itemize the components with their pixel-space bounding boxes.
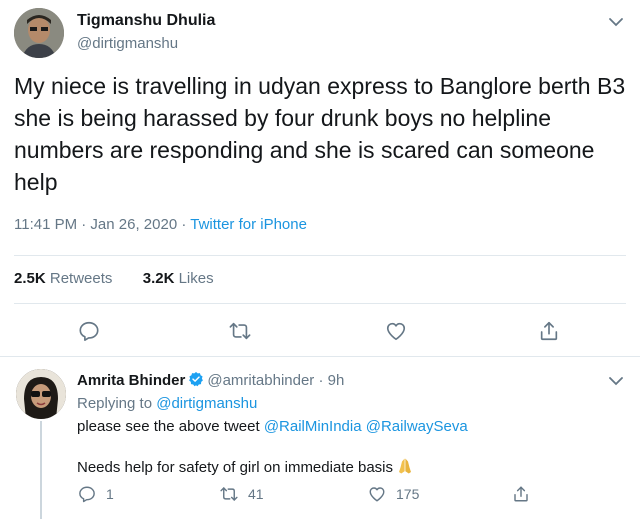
retweets-count: 2.5K [14, 270, 46, 287]
reply-author-name[interactable]: Amrita Bhinder [77, 372, 185, 389]
tweet-source[interactable]: Twitter for iPhone [190, 216, 307, 233]
thread-line [40, 421, 42, 519]
replying-to-handle[interactable]: @dirtigmanshu [156, 395, 257, 412]
author-avatar[interactable] [14, 8, 64, 58]
tweet-text: My niece is travelling in udyan express … [14, 73, 626, 195]
like-icon[interactable] [385, 320, 407, 342]
likes-count: 3.2K [142, 270, 175, 287]
reply-retweet-count: 41 [248, 486, 264, 502]
reply-reply-count: 1 [106, 486, 114, 502]
tweet-meta: 11:41 PM · Jan 26, 2020 · Twitter for iP… [14, 216, 307, 233]
mention-railwayseva[interactable]: @RailwaySeva [366, 418, 468, 435]
divider [14, 303, 626, 304]
reply-text-line1: please see the above tweet @RailMinIndia… [77, 418, 468, 435]
retweets-label: Retweets [49, 270, 113, 287]
retweet-icon [220, 487, 238, 501]
share-icon [514, 486, 528, 502]
verified-badge-icon [189, 372, 204, 387]
reply-reply-action[interactable]: 1 [78, 485, 114, 505]
chevron-down-icon[interactable] [608, 375, 624, 387]
reply-text-help: Needs help for safety of girl on immedia… [77, 459, 393, 476]
reply-header: Amrita Bhinder @amritabhinder · 9h [77, 371, 344, 389]
folded-hands-emoji-icon [399, 458, 411, 474]
likes-label: Likes [178, 270, 214, 287]
reply-text-plain: please see the above tweet [77, 418, 260, 435]
reply-icon [79, 486, 95, 503]
reply-tweet[interactable]: Amrita Bhinder @amritabhinder · 9h Reply… [0, 357, 640, 519]
reply-share-action[interactable] [512, 485, 530, 505]
tweet-timestamp[interactable]: 11:41 PM · Jan 26, 2020 · [14, 216, 186, 233]
divider [14, 255, 626, 256]
replying-prefix: Replying to [77, 395, 153, 412]
reply-retweet-action[interactable]: 41 [220, 485, 264, 505]
author-handle[interactable]: @dirtigmanshu [77, 35, 178, 52]
reply-text-line2: Needs help for safety of girl on immedia… [77, 457, 414, 476]
share-icon[interactable] [538, 320, 560, 342]
retweets-stat[interactable]: 2.5K Retweets [14, 270, 112, 287]
tweet-stats: 2.5K Retweets 3.2K Likes [14, 270, 214, 287]
reply-author-handle[interactable]: @amritabhinder · 9h [207, 372, 344, 389]
reply-author-avatar[interactable] [16, 369, 66, 419]
mention-railminindia[interactable]: @RailMinIndia [264, 418, 362, 435]
replying-to: Replying to @dirtigmanshu [77, 395, 257, 412]
like-icon [369, 487, 385, 502]
reply-like-action[interactable]: 175 [368, 485, 419, 505]
main-tweet: Tigmanshu Dhulia @dirtigmanshu My niece … [0, 0, 640, 355]
retweet-icon[interactable] [229, 320, 251, 342]
likes-stat[interactable]: 3.2K Likes [143, 270, 214, 287]
author-name[interactable]: Tigmanshu Dhulia [77, 12, 215, 30]
reply-icon[interactable] [78, 320, 100, 342]
reply-like-count: 175 [396, 486, 420, 502]
chevron-down-icon[interactable] [608, 16, 624, 28]
